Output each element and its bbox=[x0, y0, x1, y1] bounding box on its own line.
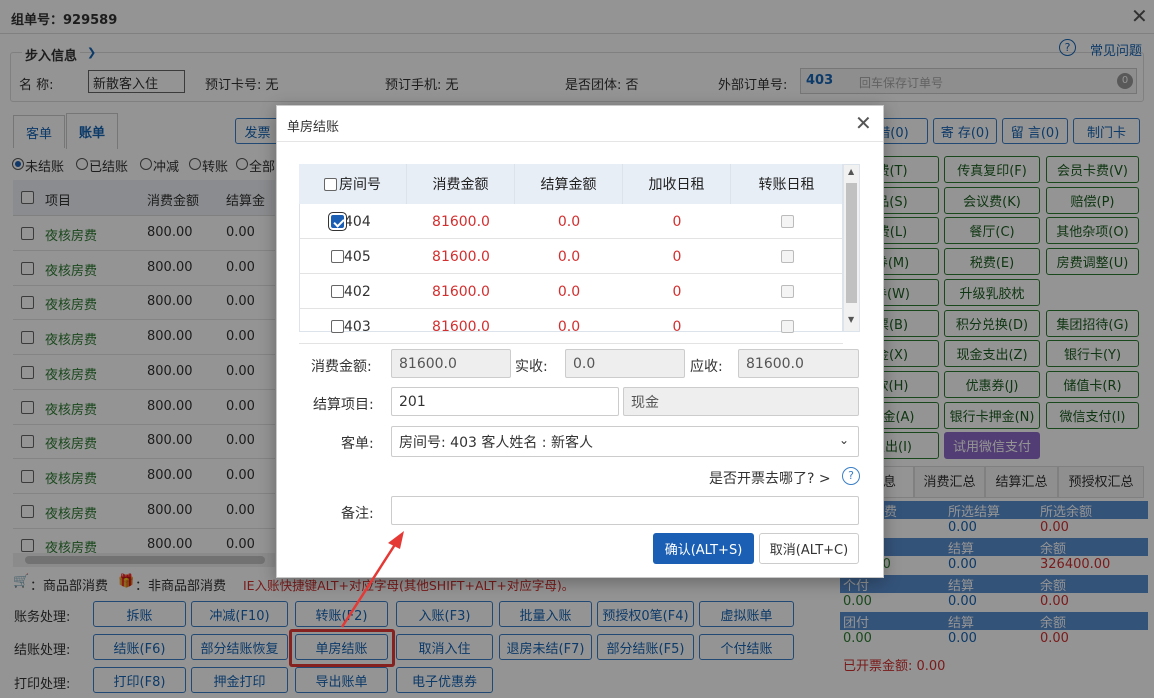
room-extra: 0 bbox=[672, 318, 682, 335]
scroll-down-icon[interactable]: ▼ bbox=[848, 315, 854, 324]
room-amount: 81600.0 bbox=[432, 318, 490, 335]
room-checkbox[interactable] bbox=[331, 320, 344, 333]
room-cell: 403 bbox=[299, 309, 407, 344]
remark-input[interactable] bbox=[391, 496, 859, 525]
room-transfer-cell bbox=[731, 239, 843, 274]
confirm-button[interactable]: 确认(ALT+S) bbox=[653, 533, 754, 564]
dialog-title: 单房结账 bbox=[287, 120, 340, 135]
received-field: 0.0 bbox=[565, 349, 685, 378]
room-number: 402 bbox=[344, 283, 371, 300]
invoice-question-link[interactable]: 是否开票去哪了? > bbox=[709, 468, 831, 488]
chevron-down-icon: ⌄ bbox=[838, 433, 849, 447]
room-checkbox[interactable] bbox=[331, 250, 344, 263]
room-transfer-cell bbox=[731, 309, 843, 344]
room-number: 403 bbox=[344, 318, 371, 335]
col-transfer-rent: 转账日租 bbox=[731, 164, 843, 204]
due-label: 应收: bbox=[690, 359, 723, 375]
room-cell: 402 bbox=[299, 274, 407, 309]
room-checkbox[interactable] bbox=[331, 215, 344, 228]
transfer-rent-checkbox[interactable] bbox=[780, 320, 794, 333]
room-number: 404 bbox=[344, 213, 371, 230]
room-table-scrollbar[interactable]: ▲ ▼ bbox=[843, 164, 860, 332]
room-row: 405 81600.0 0.0 0 bbox=[299, 239, 843, 274]
col-extra-rent: 加收日租 bbox=[623, 164, 731, 204]
room-row: 404 81600.0 0.0 0 bbox=[299, 204, 843, 239]
due-field: 81600.0 bbox=[738, 349, 859, 378]
room-amount: 81600.0 bbox=[432, 283, 490, 300]
annotation-arrow bbox=[340, 531, 404, 628]
guest-select-value: 房间号: 403 客人姓名 : 新客人 bbox=[399, 434, 593, 451]
received-label: 实收: bbox=[515, 359, 548, 375]
col-consume: 消费金额 bbox=[407, 164, 515, 204]
room-extra: 0 bbox=[672, 213, 682, 230]
transfer-rent-checkbox[interactable] bbox=[780, 250, 794, 263]
room-row: 403 81600.0 0.0 0 bbox=[299, 309, 843, 344]
room-cell: 404 bbox=[299, 204, 407, 239]
room-select-all-checkbox[interactable] bbox=[324, 177, 337, 191]
room-settle: 0.0 bbox=[557, 248, 581, 265]
room-cell: 405 bbox=[299, 239, 407, 274]
transfer-rent-checkbox[interactable] bbox=[780, 215, 794, 228]
room-transfer-cell bbox=[731, 204, 843, 239]
settle-item-label: 结算项目: bbox=[313, 397, 374, 413]
transfer-rent-checkbox[interactable] bbox=[780, 285, 794, 298]
consume-field: 81600.0 bbox=[391, 349, 511, 378]
guest-select[interactable]: 房间号: 403 客人姓名 : 新客人 ⌄ bbox=[391, 426, 859, 457]
col-room: 房间号 bbox=[339, 177, 381, 193]
remark-label: 备注: bbox=[341, 506, 374, 522]
scroll-thumb[interactable] bbox=[846, 183, 857, 303]
room-settle: 0.0 bbox=[557, 318, 581, 335]
room-checkbox[interactable] bbox=[331, 285, 344, 298]
cancel-button[interactable]: 取消(ALT+C) bbox=[759, 533, 859, 564]
guest-label: 客单: bbox=[341, 436, 374, 452]
room-transfer-cell bbox=[731, 274, 843, 309]
col-room-header: 房间号 bbox=[299, 164, 407, 204]
col-settle-amount: 结算金额 bbox=[515, 164, 623, 204]
room-extra: 0 bbox=[672, 283, 682, 300]
room-number: 405 bbox=[344, 248, 371, 265]
settle-item-name: 现金 bbox=[623, 387, 859, 416]
room-amount: 81600.0 bbox=[432, 213, 490, 230]
scroll-up-icon[interactable]: ▲ bbox=[848, 167, 854, 176]
room-extra: 0 bbox=[672, 248, 682, 265]
settle-item-input[interactable]: 201 bbox=[391, 387, 619, 416]
single-room-checkout-dialog: 单房结账 ✕ 房间号 消费金额 结算金额 加收日租 转账日租 404 81600.… bbox=[276, 105, 884, 578]
question-icon[interactable]: ? bbox=[842, 467, 860, 485]
dialog-close-icon[interactable]: ✕ bbox=[855, 113, 872, 133]
room-amount: 81600.0 bbox=[432, 248, 490, 265]
consume-label: 消费金额: bbox=[311, 359, 372, 375]
room-settle: 0.0 bbox=[557, 213, 581, 230]
room-row: 402 81600.0 0.0 0 bbox=[299, 274, 843, 309]
room-settle: 0.0 bbox=[557, 283, 581, 300]
dialog-header: 单房结账 ✕ bbox=[277, 106, 883, 142]
